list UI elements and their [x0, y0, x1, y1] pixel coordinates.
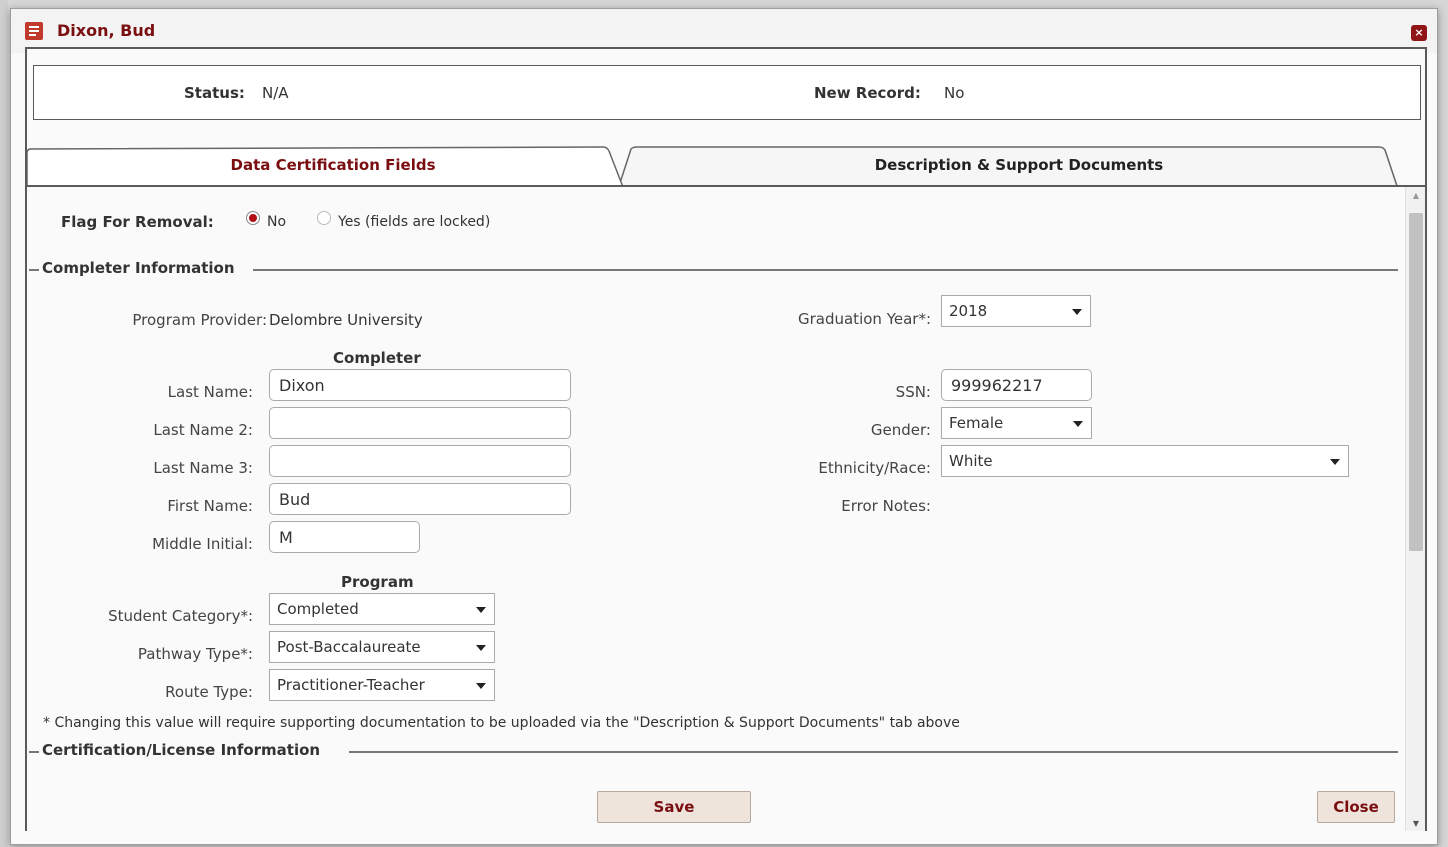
graduation-year-select[interactable]: 2018: [941, 295, 1091, 327]
save-button[interactable]: Save: [597, 791, 751, 823]
middle-initial-label: Middle Initial:: [152, 535, 253, 553]
first-name-label: First Name:: [167, 497, 253, 515]
student-category-label: Student Category*:: [108, 607, 253, 625]
tab-label: Data Certification Fields: [230, 156, 436, 174]
student-category-select[interactable]: Completed: [269, 593, 495, 625]
flag-no-label[interactable]: No: [267, 214, 286, 230]
gender-select[interactable]: Female: [941, 407, 1092, 439]
route-type-value: Practitioner-Teacher: [277, 676, 425, 694]
record-icon: [25, 22, 43, 40]
tab-data-certification-fields[interactable]: Data Certification Fields: [27, 145, 639, 187]
chevron-down-icon: [476, 607, 486, 613]
new-record-label: New Record:: [814, 84, 921, 102]
flag-yes-radio[interactable]: [317, 211, 331, 225]
ssn-input[interactable]: 999962217: [941, 369, 1092, 401]
fieldset-rule: [253, 269, 1398, 271]
chevron-down-icon: [1072, 309, 1082, 315]
close-button[interactable]: Close: [1317, 791, 1395, 823]
fieldset-rule: [349, 751, 1398, 753]
gender-value: Female: [949, 414, 1004, 432]
record-dialog: Dixon, Bud × Status: N/A New Record: No …: [10, 8, 1438, 845]
pathway-type-select[interactable]: Post-Baccalaureate: [269, 631, 495, 663]
last-name-3-input[interactable]: [269, 445, 571, 477]
status-box: Status: N/A New Record: No: [33, 65, 1421, 120]
completer-heading: Completer: [333, 349, 421, 367]
program-heading: Program: [341, 573, 414, 591]
vertical-scrollbar[interactable]: ▲ ▼: [1405, 187, 1425, 831]
scroll-down-arrow-icon[interactable]: ▼: [1406, 815, 1425, 831]
flag-yes-label[interactable]: Yes (fields are locked): [338, 214, 490, 230]
graduation-year-value: 2018: [949, 302, 988, 320]
middle-initial-input[interactable]: M: [269, 521, 420, 553]
new-record-value: No: [944, 84, 965, 102]
flag-no-radio[interactable]: [246, 211, 260, 225]
scroll-thumb[interactable]: [1409, 213, 1423, 551]
scroll-up-arrow-icon[interactable]: ▲: [1406, 187, 1425, 205]
last-name-input[interactable]: Dixon: [269, 369, 571, 401]
student-category-value: Completed: [277, 600, 359, 618]
backdrop: [0, 0, 8, 847]
content-frame: Status: N/A New Record: No Description &…: [25, 47, 1427, 831]
route-type-label: Route Type:: [165, 683, 253, 701]
pathway-type-label: Pathway Type*:: [137, 645, 253, 663]
ethnicity-label: Ethnicity/Race:: [818, 459, 931, 477]
ssn-label: SSN:: [895, 383, 931, 401]
last-name-label: Last Name:: [167, 383, 253, 401]
error-notes-label: Error Notes:: [841, 497, 931, 515]
chevron-down-icon: [476, 645, 486, 651]
ethnicity-value: White: [949, 452, 993, 470]
last-name-3-label: Last Name 3:: [153, 459, 253, 477]
route-type-select[interactable]: Practitioner-Teacher: [269, 669, 495, 701]
gender-label: Gender:: [870, 421, 931, 439]
certification-information-legend: Certification/License Information: [39, 741, 324, 759]
supporting-docs-footnote: * Changing this value will require suppo…: [43, 715, 960, 731]
last-name-2-label: Last Name 2:: [153, 421, 253, 439]
chevron-down-icon: [1073, 421, 1083, 427]
tab-panel: ▲ ▼ Flag For Removal: No Yes (fields are…: [27, 185, 1425, 831]
first-name-input[interactable]: Bud: [269, 483, 571, 515]
pathway-type-value: Post-Baccalaureate: [277, 638, 421, 656]
dialog-title: Dixon, Bud: [57, 21, 156, 40]
flag-for-removal-label: Flag For Removal:: [61, 213, 214, 231]
last-name-2-input[interactable]: [269, 407, 571, 439]
status-label: Status:: [184, 84, 245, 102]
status-value: N/A: [262, 84, 289, 102]
tab-description-support-documents[interactable]: Description & Support Documents: [619, 145, 1419, 187]
completer-information-legend: Completer Information: [39, 259, 238, 277]
chevron-down-icon: [1330, 459, 1340, 465]
graduation-year-label: Graduation Year*:: [797, 310, 931, 328]
program-provider-label: Program Provider:: [132, 311, 267, 329]
chevron-down-icon: [476, 683, 486, 689]
ethnicity-select[interactable]: White: [941, 445, 1349, 477]
close-icon[interactable]: ×: [1411, 25, 1427, 41]
program-provider-value: Delombre University: [269, 311, 423, 329]
tab-label: Description & Support Documents: [874, 156, 1164, 174]
